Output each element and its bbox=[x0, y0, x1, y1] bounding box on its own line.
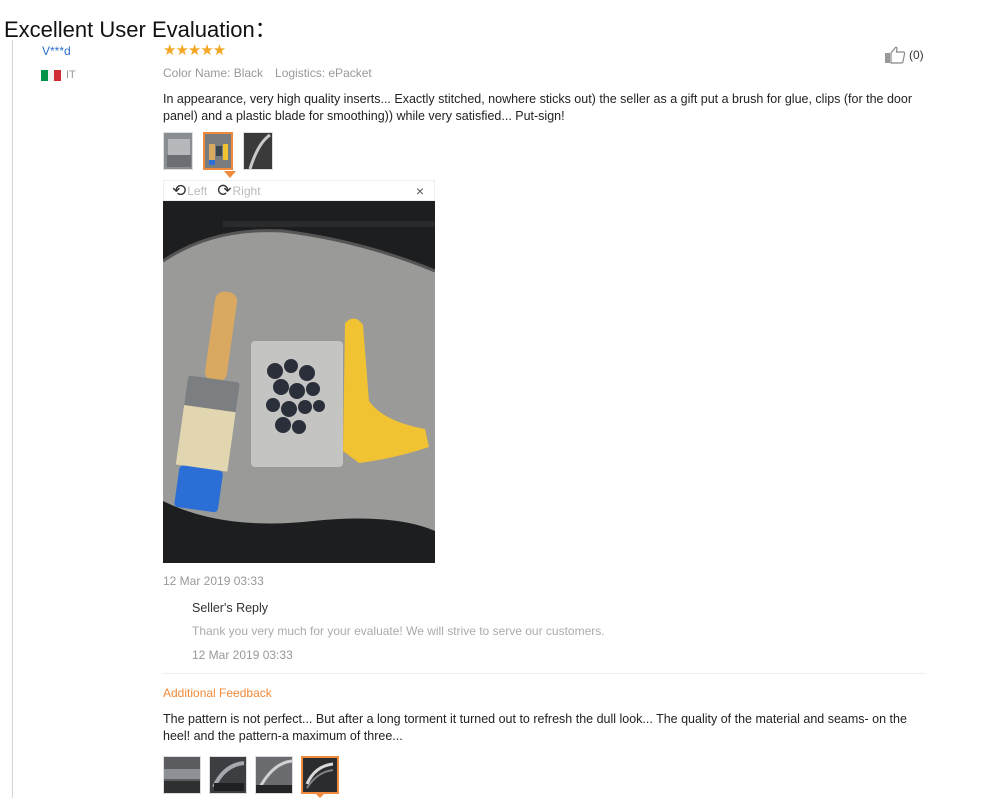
country-flag-icon bbox=[41, 70, 62, 81]
reviewer-name[interactable]: V***d bbox=[42, 44, 71, 58]
image-viewer-toolbar: ⟲ Left ⟳ Right × bbox=[163, 180, 435, 201]
review-photo-thumbnails bbox=[163, 132, 273, 170]
photo-thumbnail[interactable] bbox=[209, 756, 247, 794]
review-text: In appearance, very high quality inserts… bbox=[163, 92, 912, 123]
logistics: Logistics: ePacket bbox=[275, 66, 372, 80]
rotate-left-icon: ⟲ bbox=[172, 181, 187, 200]
left-divider bbox=[12, 40, 13, 798]
additional-feedback-title: Additional Feedback bbox=[163, 686, 272, 700]
like-button[interactable]: (0) bbox=[884, 46, 924, 64]
review-photo-large bbox=[163, 201, 435, 563]
rotate-left-label: Left bbox=[187, 183, 208, 198]
photo-thumbnail[interactable] bbox=[243, 132, 273, 170]
color-name: Color Name: Black bbox=[163, 66, 264, 80]
star-rating: ★★★★★ bbox=[163, 42, 226, 59]
like-count: (0) bbox=[909, 48, 924, 62]
seller-reply-title: Seller's Reply bbox=[192, 601, 269, 615]
photo-thumbnail[interactable] bbox=[163, 132, 193, 170]
photo-thumbnail[interactable] bbox=[255, 756, 293, 794]
close-icon[interactable]: × bbox=[416, 183, 424, 199]
rotate-right-label: Right bbox=[232, 183, 261, 198]
additional-photo-thumbnails bbox=[163, 756, 339, 794]
rotate-right-icon: ⟳ bbox=[217, 181, 232, 200]
order-meta: Color Name: Black Logistics: ePacket bbox=[163, 66, 372, 80]
seller-reply-text: Thank you very much for your evaluate! W… bbox=[192, 624, 605, 638]
seller-reply-date: 12 Mar 2019 03:33 bbox=[192, 648, 293, 662]
photo-thumbnail-active[interactable] bbox=[203, 132, 233, 170]
photo-thumbnail[interactable] bbox=[163, 756, 201, 794]
rotate-left-button[interactable]: ⟲ Left bbox=[172, 182, 207, 199]
review-date: 12 Mar 2019 03:33 bbox=[163, 574, 264, 588]
photo-thumbnail-active[interactable] bbox=[301, 756, 339, 794]
active-thumbnail-caret bbox=[314, 792, 326, 798]
divider bbox=[163, 673, 925, 674]
rotate-right-button[interactable]: ⟳ Right bbox=[217, 182, 260, 199]
thumbs-up-icon bbox=[885, 46, 906, 64]
reviewer-country: IT bbox=[66, 69, 76, 81]
additional-feedback-text: The pattern is not perfect... But after … bbox=[163, 712, 907, 743]
active-thumbnail-caret bbox=[224, 171, 236, 178]
page-heading: Excellent User Evaluation： bbox=[4, 17, 277, 42]
